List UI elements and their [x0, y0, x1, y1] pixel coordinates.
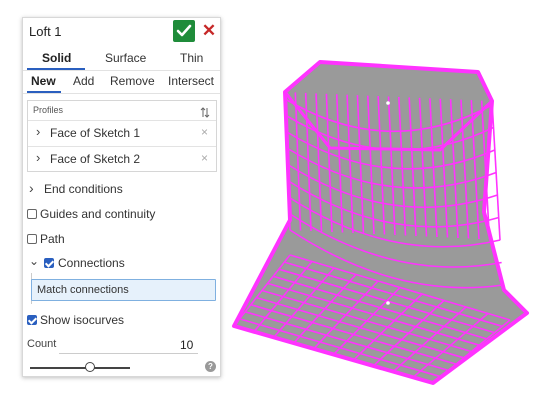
tab-thin[interactable]: Thin [180, 51, 203, 65]
chevron-right-icon[interactable]: › [36, 124, 40, 139]
close-icon[interactable]: × [201, 125, 208, 139]
connections-label: Connections [58, 256, 125, 270]
chevron-right-icon[interactable]: › [29, 180, 34, 196]
connections-checkbox[interactable] [44, 258, 54, 268]
tab-solid[interactable]: Solid [42, 51, 71, 65]
cancel-button[interactable]: ✕ [200, 21, 218, 41]
path-checkbox[interactable] [27, 234, 37, 244]
tab-intersect[interactable]: Intersect [168, 74, 214, 88]
match-connections-field[interactable]: Match connections [31, 279, 216, 301]
body-type-tabs: Solid Surface Thin [23, 48, 220, 70]
count-value[interactable]: 10 [180, 338, 193, 352]
loft-model[interactable] [232, 60, 529, 385]
profile-label: Face of Sketch 2 [50, 152, 141, 166]
profiles-label: Profiles [33, 105, 64, 115]
guides-label: Guides and continuity [40, 207, 156, 221]
check-icon [176, 24, 192, 37]
close-icon: ✕ [201, 21, 217, 40]
close-icon[interactable]: × [201, 151, 208, 165]
feature-title: Loft 1 [29, 24, 62, 39]
profile-label: Face of Sketch 1 [50, 126, 141, 140]
chevron-down-icon[interactable]: ⌄ [29, 254, 39, 268]
sort-icon[interactable] [200, 107, 210, 118]
end-conditions-label: End conditions [44, 182, 123, 196]
guides-checkbox[interactable] [27, 209, 37, 219]
isocurves-checkbox[interactable] [27, 315, 37, 325]
count-input-underline [59, 353, 198, 354]
count-slider-handle[interactable] [85, 362, 95, 372]
chevron-right-icon[interactable]: › [36, 150, 40, 165]
accept-button[interactable] [173, 20, 195, 42]
tab-surface[interactable]: Surface [105, 51, 146, 65]
help-icon[interactable]: ? [205, 361, 216, 372]
dialog-header: Loft 1 ✕ [23, 18, 220, 48]
count-label: Count [27, 338, 57, 350]
profile-item[interactable]: › Face of Sketch 2 × [28, 146, 216, 171]
profile-item[interactable]: › Face of Sketch 1 × [28, 120, 216, 145]
divider [23, 93, 220, 94]
count-slider[interactable] [30, 367, 130, 369]
feature-dialog: Loft 1 ✕ Solid Surface Thin New Add Remo… [22, 17, 221, 377]
profiles-list[interactable]: Profiles › Face of Sketch 1 × › Face of … [27, 100, 217, 172]
operation-tabs: New Add Remove Intersect [23, 71, 220, 93]
tab-remove[interactable]: Remove [110, 74, 155, 88]
tab-add[interactable]: Add [73, 74, 94, 88]
path-label: Path [40, 232, 65, 246]
match-connections-value: Match connections [37, 284, 129, 296]
tab-new[interactable]: New [31, 74, 56, 88]
isocurves-label: Show isocurves [40, 313, 125, 327]
